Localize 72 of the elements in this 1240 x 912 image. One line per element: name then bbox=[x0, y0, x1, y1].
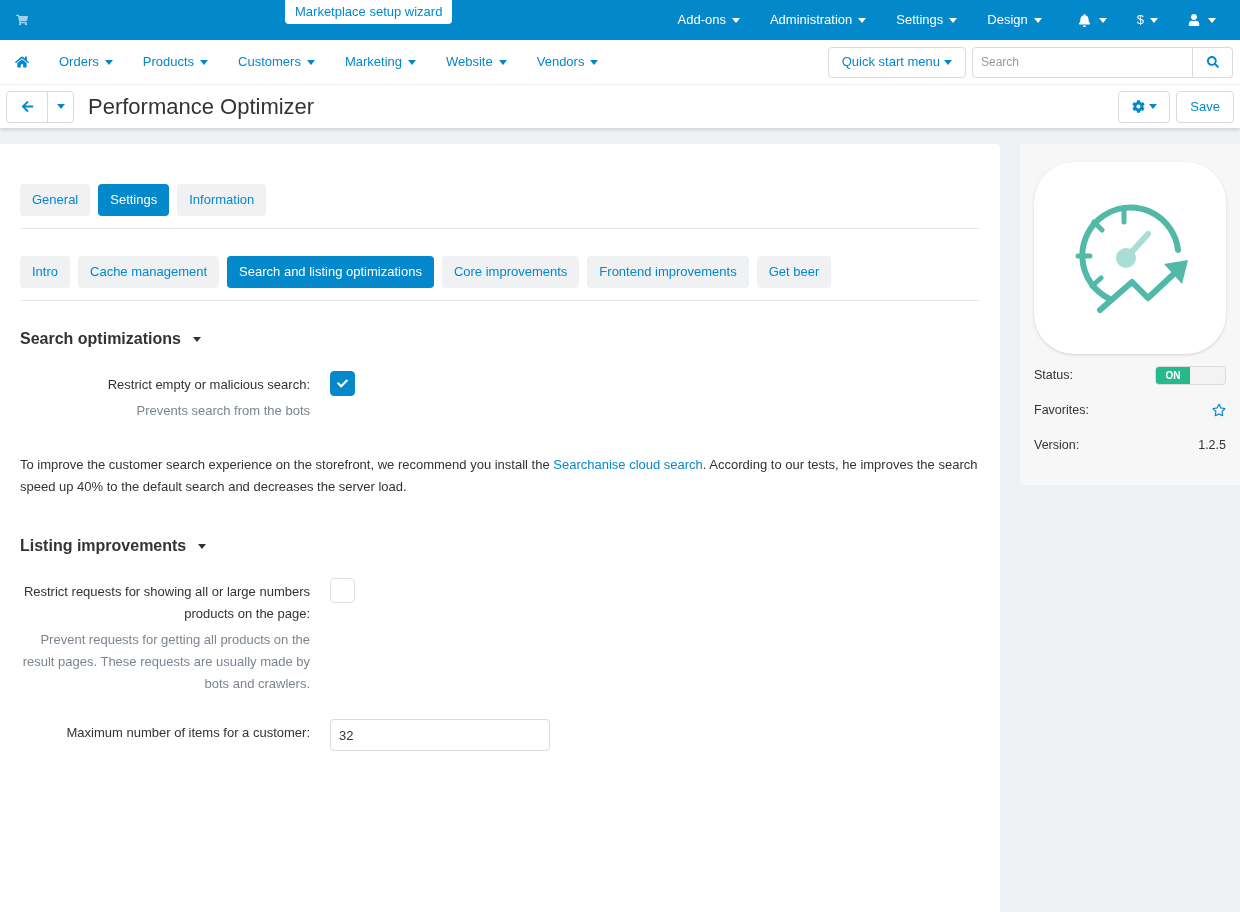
quick-start-button[interactable]: Quick start menu bbox=[827, 46, 966, 78]
nav-item[interactable]: Website bbox=[446, 52, 507, 72]
favorites-label: Favorites: bbox=[1034, 402, 1089, 419]
subtab[interactable]: Get beer bbox=[756, 256, 832, 288]
version-label: Version: bbox=[1034, 436, 1080, 454]
caret-icon bbox=[949, 17, 958, 23]
version-value: 1.2.5 bbox=[1198, 436, 1226, 454]
gear-icon bbox=[1131, 100, 1145, 113]
caret-icon bbox=[590, 59, 599, 65]
section-heading[interactable]: Listing improvements bbox=[20, 534, 207, 558]
top-menu-item[interactable]: Administration bbox=[769, 10, 867, 30]
bell-icon bbox=[1077, 13, 1091, 27]
caret-icon bbox=[1033, 17, 1042, 23]
nav-item[interactable]: Marketing bbox=[344, 52, 416, 72]
section-heading[interactable]: Search optimizations bbox=[20, 327, 201, 351]
star-icon[interactable] bbox=[1212, 403, 1226, 418]
notifications-button[interactable] bbox=[1077, 13, 1107, 27]
nav-item[interactable]: Orders bbox=[59, 52, 113, 72]
field-hint: Prevent requests for getting all products on the result pages. These requests are usually made by bots and crawlers. bbox=[21, 631, 310, 693]
settings-dropdown[interactable] bbox=[1118, 90, 1171, 123]
nav-item[interactable]: Products bbox=[142, 52, 209, 72]
caret-icon bbox=[1148, 104, 1157, 109]
caret-icon bbox=[1208, 17, 1216, 23]
tab[interactable]: Settings bbox=[98, 184, 170, 216]
subtab[interactable]: Cache management bbox=[78, 256, 220, 288]
wizard-button[interactable]: Marketplace setup wizard bbox=[285, 0, 453, 24]
caret-icon bbox=[498, 59, 507, 65]
subtab[interactable]: Intro bbox=[20, 256, 70, 288]
input-field[interactable]: 32 bbox=[330, 719, 550, 751]
subtab[interactable]: Frontend improvements bbox=[587, 256, 749, 288]
caret-icon bbox=[1098, 17, 1107, 23]
caret-icon bbox=[858, 17, 867, 23]
caret-icon bbox=[408, 59, 416, 65]
caret-icon bbox=[1150, 17, 1158, 23]
caret-icon bbox=[306, 59, 315, 65]
caret-icon bbox=[731, 17, 740, 23]
caret-icon bbox=[192, 336, 201, 342]
tab[interactable]: General bbox=[20, 184, 91, 216]
top-menu-item[interactable]: Add-ons bbox=[677, 10, 740, 30]
field-label: Restrict requests for showing all or large numbers products on the page: bbox=[22, 583, 310, 623]
back-arrow-icon bbox=[20, 100, 34, 113]
save-button[interactable]: Save bbox=[1176, 90, 1234, 123]
tab[interactable]: Information bbox=[177, 184, 267, 216]
status-toggle[interactable]: ON bbox=[1155, 366, 1226, 385]
nav-item[interactable]: Customers bbox=[238, 52, 315, 72]
caret-icon bbox=[944, 59, 952, 65]
user-menu[interactable] bbox=[1188, 14, 1216, 26]
caret-icon bbox=[200, 59, 209, 65]
nav-item[interactable]: Vendors bbox=[536, 52, 599, 72]
search-button[interactable] bbox=[1193, 46, 1233, 78]
search-icon bbox=[1206, 56, 1219, 68]
top-menu-item[interactable]: Design bbox=[987, 10, 1042, 30]
subtab[interactable]: Core improvements bbox=[441, 256, 580, 288]
field-label: Restrict empty or malicious search: bbox=[106, 376, 310, 394]
search-field[interactable]: Search bbox=[972, 46, 1193, 78]
user-icon bbox=[1188, 14, 1200, 26]
recommendation-text: To improve the customer search experience on the storefront, we recommend you install the Searchanise cloud search. According to our tests, he improves the search speed up 40% to the default search and decreases the server load. bbox=[20, 456, 979, 496]
check-icon bbox=[337, 378, 348, 389]
currency-menu[interactable]: $ bbox=[1136, 10, 1158, 30]
caret-icon bbox=[56, 104, 65, 109]
caret-icon bbox=[104, 59, 113, 65]
field-label: Maximum number of items for a customer: bbox=[65, 724, 310, 742]
field-hint: Prevents search from the bots bbox=[135, 402, 310, 420]
checkbox[interactable] bbox=[330, 371, 355, 396]
status-label: Status: bbox=[1034, 367, 1073, 385]
cart-icon[interactable] bbox=[16, 14, 28, 26]
home-icon[interactable] bbox=[15, 55, 29, 69]
top-menu-item[interactable]: Settings bbox=[896, 10, 958, 30]
searchanise-link[interactable]: Searchanise cloud search bbox=[553, 457, 703, 472]
caret-icon bbox=[198, 543, 207, 549]
subtab[interactable]: Search and listing optimizations bbox=[227, 256, 434, 288]
page-title: Performance Optimizer bbox=[88, 93, 315, 121]
